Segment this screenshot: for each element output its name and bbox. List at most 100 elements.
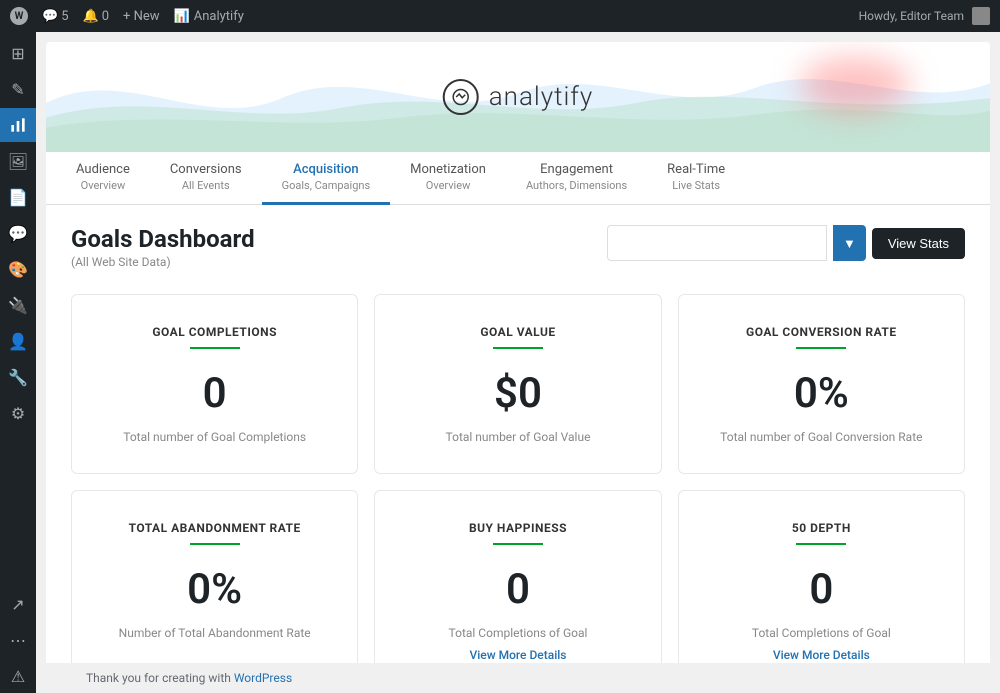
stat-label-abandonment-rate: TOTAL ABANDONMENT RATE bbox=[92, 521, 337, 535]
tab-acquisition-sub: Goals, Campaigns bbox=[282, 179, 371, 192]
analytify-logo: analytify bbox=[443, 79, 594, 115]
tab-acquisition-label: Acquisition bbox=[282, 162, 371, 177]
goals-dropdown-button[interactable]: ▼ bbox=[833, 225, 866, 261]
analytify-logo-icon bbox=[443, 79, 479, 115]
sidebar-icon-users[interactable]: 👤 bbox=[0, 324, 36, 358]
sidebar-icon-comments[interactable]: 💬 bbox=[0, 216, 36, 250]
sidebar-icon-plugins[interactable]: 🔌 bbox=[0, 288, 36, 322]
comment-icon: 💬 bbox=[42, 9, 58, 24]
sidebar-icon-settings[interactable]: ⚙ bbox=[0, 396, 36, 430]
stat-underline-goal-completions bbox=[190, 347, 240, 349]
goals-title-area: Goals Dashboard (All Web Site Data) bbox=[71, 225, 255, 269]
stat-value-goal-value: $0 bbox=[395, 369, 640, 418]
footer-text: Thank you for creating with bbox=[86, 671, 234, 685]
stat-underline-goal-value bbox=[493, 347, 543, 349]
tab-audience[interactable]: Audience Overview bbox=[56, 152, 150, 205]
wp-logo: W bbox=[10, 7, 28, 25]
stat-underline-abandonment-rate bbox=[190, 543, 240, 545]
footer-wordpress-link[interactable]: WordPress bbox=[234, 671, 292, 685]
layout: ⊞ ✎ 🖼 📄 💬 🎨 🔌 👤 🔧 ⚙ ↗ ⋯ ⚠ bbox=[0, 32, 1000, 693]
view-more-buy-happiness[interactable]: View More Details bbox=[470, 648, 567, 662]
stat-desc-buy-happiness: Total Completions of Goal bbox=[395, 626, 640, 640]
analytify-tabs: Audience Overview Conversions All Events… bbox=[46, 152, 990, 205]
stat-desc-50-depth: Total Completions of Goal bbox=[699, 626, 944, 640]
stats-grid: GOAL COMPLETIONS 0 Total number of Goal … bbox=[71, 294, 965, 663]
red-blur-decoration bbox=[800, 57, 910, 112]
tab-monetization-label: Monetization bbox=[410, 162, 486, 177]
tab-monetization-sub: Overview bbox=[410, 179, 486, 192]
wp-footer: Thank you for creating with WordPress bbox=[36, 663, 1000, 693]
analytify-logo-text: analytify bbox=[489, 82, 594, 112]
tab-realtime-label: Real-Time bbox=[667, 162, 725, 177]
stat-underline-goal-conversion-rate bbox=[796, 347, 846, 349]
update-count-value: 0 bbox=[102, 9, 109, 24]
new-label: + New bbox=[123, 9, 160, 24]
stat-card-buy-happiness: BUY HAPPINESS 0 Total Completions of Goa… bbox=[374, 490, 661, 663]
comments-count[interactable]: 💬 5 bbox=[42, 9, 69, 24]
tab-audience-sub: Overview bbox=[76, 179, 130, 192]
tab-engagement-label: Engagement bbox=[526, 162, 627, 177]
tab-acquisition[interactable]: Acquisition Goals, Campaigns bbox=[262, 152, 391, 205]
stat-desc-goal-conversion-rate: Total number of Goal Conversion Rate bbox=[699, 430, 944, 444]
stat-value-50-depth: 0 bbox=[699, 565, 944, 614]
stat-label-goal-value: GOAL VALUE bbox=[395, 325, 640, 339]
stat-underline-buy-happiness bbox=[493, 543, 543, 545]
tab-engagement-sub: Authors, Dimensions bbox=[526, 179, 627, 192]
stat-label-50-depth: 50 DEPTH bbox=[699, 521, 944, 535]
stat-desc-abandonment-rate: Number of Total Abandonment Rate bbox=[92, 626, 337, 640]
sidebar-icon-pages[interactable]: 📄 bbox=[0, 180, 36, 214]
analytify-label: Analytify bbox=[194, 9, 244, 24]
stat-value-goal-conversion-rate: 0% bbox=[699, 369, 944, 418]
admin-bar: W 💬 5 🔔 0 + New 📊 Analytify Howdy, Edito… bbox=[0, 0, 1000, 32]
tab-monetization[interactable]: Monetization Overview bbox=[390, 152, 506, 205]
tab-engagement[interactable]: Engagement Authors, Dimensions bbox=[506, 152, 647, 205]
howdy-text: Howdy, Editor Team bbox=[859, 9, 964, 23]
avatar bbox=[972, 7, 990, 25]
stat-value-abandonment-rate: 0% bbox=[92, 565, 337, 614]
stat-card-goal-completions: GOAL COMPLETIONS 0 Total number of Goal … bbox=[71, 294, 358, 474]
sidebar-icon-share[interactable]: ↗ bbox=[0, 587, 36, 621]
stat-label-goal-conversion-rate: GOAL CONVERSION RATE bbox=[699, 325, 944, 339]
sidebar-icon-appearance[interactable]: 🎨 bbox=[0, 252, 36, 286]
sidebar-icon-posts[interactable]: ✎ bbox=[0, 72, 36, 106]
goals-controls: ▼ View Stats bbox=[607, 225, 965, 261]
wp-logo-item[interactable]: W bbox=[10, 7, 28, 25]
main-content: analytify Audience Overview Conversions … bbox=[36, 32, 1000, 693]
sidebar-icon-more[interactable]: ⋯ bbox=[0, 623, 36, 657]
stat-label-buy-happiness: BUY HAPPINESS bbox=[395, 521, 640, 535]
tab-conversions-label: Conversions bbox=[170, 162, 242, 177]
goals-select-input[interactable] bbox=[607, 225, 827, 261]
admin-bar-left: W 💬 5 🔔 0 + New 📊 Analytify bbox=[10, 7, 244, 25]
sidebar-icon-tools[interactable]: 🔧 bbox=[0, 360, 36, 394]
goals-title: Goals Dashboard bbox=[71, 225, 255, 253]
updates-count[interactable]: 🔔 0 bbox=[83, 9, 110, 24]
view-stats-button[interactable]: View Stats bbox=[872, 228, 965, 259]
tab-audience-label: Audience bbox=[76, 162, 130, 177]
tab-realtime[interactable]: Real-Time Live Stats bbox=[647, 152, 745, 205]
tab-realtime-sub: Live Stats bbox=[667, 179, 725, 192]
view-more-50-depth[interactable]: View More Details bbox=[773, 648, 870, 662]
sidebar: ⊞ ✎ 🖼 📄 💬 🎨 🔌 👤 🔧 ⚙ ↗ ⋯ ⚠ bbox=[0, 32, 36, 693]
new-item[interactable]: + New bbox=[123, 9, 160, 24]
analytify-item[interactable]: 📊 Analytify bbox=[174, 9, 244, 24]
tab-conversions-sub: All Events bbox=[170, 179, 242, 192]
stat-card-goal-value: GOAL VALUE $0 Total number of Goal Value bbox=[374, 294, 661, 474]
analytify-header: analytify bbox=[46, 42, 990, 152]
stat-label-goal-completions: GOAL COMPLETIONS bbox=[92, 325, 337, 339]
stat-value-buy-happiness: 0 bbox=[395, 565, 640, 614]
stat-underline-50-depth bbox=[796, 543, 846, 545]
stat-card-50-depth: 50 DEPTH 0 Total Completions of Goal Vie… bbox=[678, 490, 965, 663]
stat-desc-goal-completions: Total number of Goal Completions bbox=[92, 430, 337, 444]
analytify-area: analytify Audience Overview Conversions … bbox=[36, 32, 1000, 663]
tab-conversions[interactable]: Conversions All Events bbox=[150, 152, 262, 205]
stat-card-goal-conversion-rate: GOAL CONVERSION RATE 0% Total number of … bbox=[678, 294, 965, 474]
stat-value-goal-completions: 0 bbox=[92, 369, 337, 418]
goals-subtitle: (All Web Site Data) bbox=[71, 255, 255, 269]
sidebar-icon-dashboard[interactable]: ⊞ bbox=[0, 36, 36, 70]
admin-bar-right: Howdy, Editor Team bbox=[859, 7, 990, 25]
sidebar-icon-analytics[interactable] bbox=[0, 108, 36, 142]
stat-desc-goal-value: Total number of Goal Value bbox=[395, 430, 640, 444]
sidebar-icon-warning[interactable]: ⚠ bbox=[0, 659, 36, 693]
sidebar-icon-media[interactable]: 🖼 bbox=[0, 144, 36, 178]
goals-header: Goals Dashboard (All Web Site Data) ▼ Vi… bbox=[71, 225, 965, 269]
